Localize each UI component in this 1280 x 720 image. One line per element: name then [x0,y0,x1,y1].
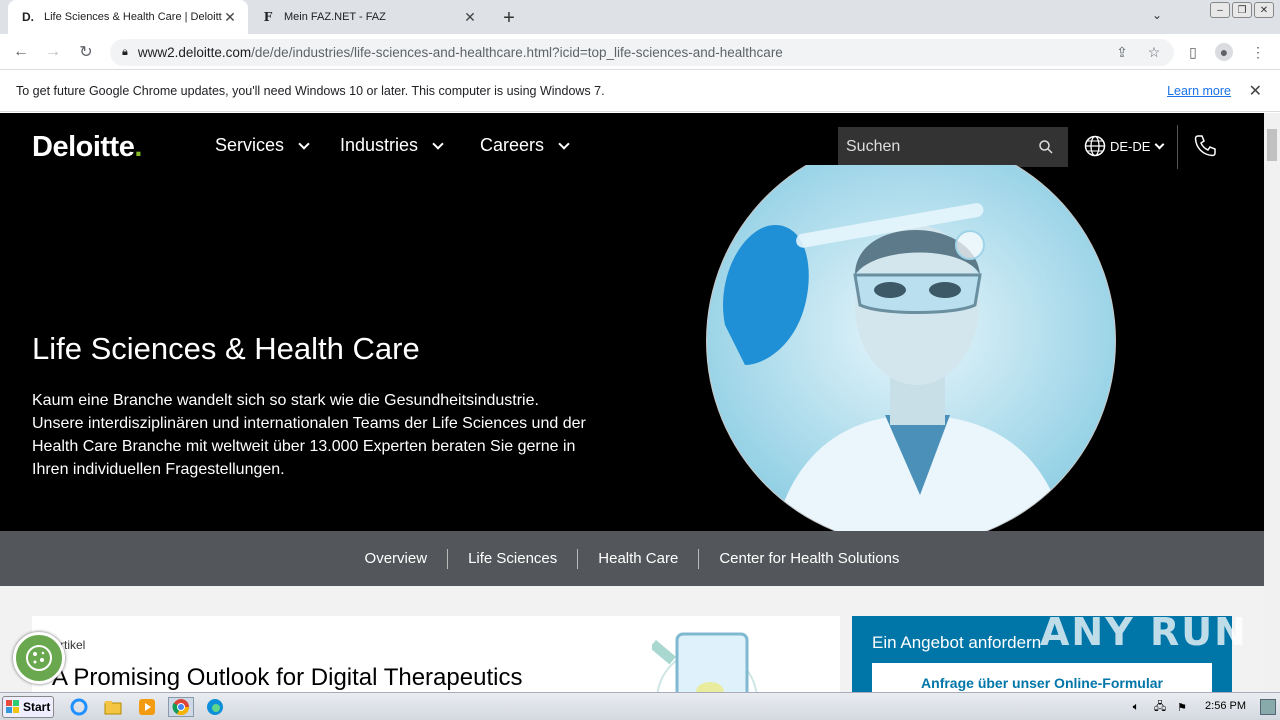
file-explorer-icon[interactable] [102,697,124,717]
menu-kebab-icon[interactable]: ⋮ [1249,43,1267,61]
internet-explorer-icon[interactable] [68,697,90,717]
globe-icon [1084,135,1106,157]
learn-more-link[interactable]: Learn more [1167,84,1231,98]
chrome-update-infobar: To get future Google Chrome updates, you… [0,71,1280,112]
subnav-life-sciences[interactable]: Life Sciences [448,550,577,567]
tab-deloitte[interactable]: D. Life Sciences & Health Care | Deloitt… [8,0,248,34]
article-card[interactable]: Artikel A Promising Outlook for Digital … [32,616,840,692]
language-label: DE-DE [1110,138,1151,154]
page-content: Deloitte. Services Industries Careers Su… [0,113,1264,692]
address-bar[interactable]: 🔒︎ www2.deloitte.com/de/de/industries/li… [110,39,1174,66]
window-controls: – ❐ ✕ [1204,0,1280,24]
subnav-center-health-solutions[interactable]: Center for Health Solutions [699,550,919,567]
hero-description: Kaum eine Branche wandelt sich so stark … [32,392,586,478]
chevron-down-icon [1155,139,1165,149]
nav-careers[interactable]: Careers [480,135,570,156]
start-button[interactable]: Start [2,696,54,718]
search-icon[interactable] [1038,139,1054,155]
windows-taskbar: Start 🔈︎ 🖧︎ ⚑ 2:56 PM [0,692,1280,720]
deloitte-logo[interactable]: Deloitte. [32,131,142,164]
url-host: www2.deloitte.com [137,45,252,60]
bookmark-star-icon[interactable]: ☆ [1145,43,1163,61]
tab-search-chevron-icon[interactable]: ⌄ [1152,8,1162,22]
nav-label: Industries [340,135,419,155]
hero-section: Deloitte. Services Industries Careers Su… [0,113,1264,531]
side-panel-icon[interactable]: ▯ [1184,43,1202,61]
cookie-icon [26,645,52,671]
browser-toolbar: ← → ↻ 🔒︎ www2.deloitte.com/de/de/industr… [0,34,1280,70]
edge-icon[interactable] [204,697,226,717]
restore-icon[interactable]: ❐ [1232,2,1252,18]
tab-title: Mein FAZ.NET - FAZ [284,11,386,23]
lock-icon: 🔒︎ [122,46,128,58]
nav-services[interactable]: Services [215,135,310,156]
cookie-settings-button[interactable] [13,632,65,684]
tab-strip: D. Life Sciences & Health Care | Deloitt… [0,0,1280,34]
url-path: /de/de/industries/life-sciences-and-heal… [251,45,783,60]
chevron-down-icon [558,137,570,150]
nav-label: Services [215,135,285,155]
scrollbar-thumb[interactable] [1267,129,1277,161]
chevron-down-icon [298,137,310,150]
header-divider [1177,125,1178,169]
tab-title: Life Sciences & Health Care | Deloitte [44,11,222,23]
close-tab-icon[interactable]: ✕ [462,9,478,25]
anyrun-watermark: ANY RUN [1040,610,1248,654]
deloitte-favicon-icon: D. [22,10,34,24]
subnav-health-care[interactable]: Health Care [578,550,698,567]
volume-icon[interactable]: 🔈︎ [1128,699,1144,715]
close-window-icon[interactable]: ✕ [1254,2,1274,18]
taskbar-clock[interactable]: 2:56 PM [1205,700,1246,712]
profile-icon[interactable]: ● [1215,43,1233,61]
show-desktop-icon[interactable] [1260,699,1276,715]
start-label: Start [23,700,51,714]
article-title[interactable]: A Promising Outlook for Digital Therapeu… [52,664,522,692]
network-icon[interactable]: 🖧︎ [1152,699,1168,715]
windows-logo-icon [6,700,19,713]
page-title: Life Sciences & Health Care [32,331,420,366]
close-tab-icon[interactable]: ✕ [222,9,238,25]
hero-scientist-image [705,165,1117,531]
nav-industries[interactable]: Industries [340,135,444,156]
back-icon[interactable]: ← [10,41,32,63]
chevron-down-icon [432,137,444,150]
minimize-icon[interactable]: – [1210,2,1230,18]
tab-faz[interactable]: F Mein FAZ.NET - FAZ ✕ [250,0,488,34]
forward-icon[interactable]: → [42,41,64,63]
reload-icon[interactable]: ↻ [75,41,97,63]
page-scrollbar[interactable] [1264,113,1280,692]
infobar-text: To get future Google Chrome updates, you… [16,84,605,98]
nav-label: Careers [480,135,545,155]
media-player-icon[interactable] [136,697,158,717]
search-placeholder: Suchen [846,138,901,155]
close-infobar-icon[interactable]: ✕ [1249,81,1262,101]
new-tab-icon[interactable]: + [498,7,520,29]
logo-text: Deloitte [32,131,135,163]
logo-dot: . [134,131,142,163]
phone-icon[interactable] [1192,133,1218,159]
faz-favicon-icon: F [263,10,273,24]
tablet-illustration-icon [652,632,758,692]
sub-navigation: Overview Life Sciences Health Care Cente… [0,531,1264,586]
subnav-overview[interactable]: Overview [345,550,448,567]
request-offer-title: Ein Angebot anfordern [872,633,1042,652]
online-form-button[interactable]: Anfrage über unser Online-Formular [872,663,1212,692]
flag-icon[interactable]: ⚑ [1174,699,1190,715]
share-icon[interactable]: ⇪ [1113,43,1131,61]
language-selector[interactable]: DE-DE [1084,135,1165,157]
search-input[interactable]: Suchen [838,127,1068,167]
chrome-icon[interactable] [168,697,194,717]
